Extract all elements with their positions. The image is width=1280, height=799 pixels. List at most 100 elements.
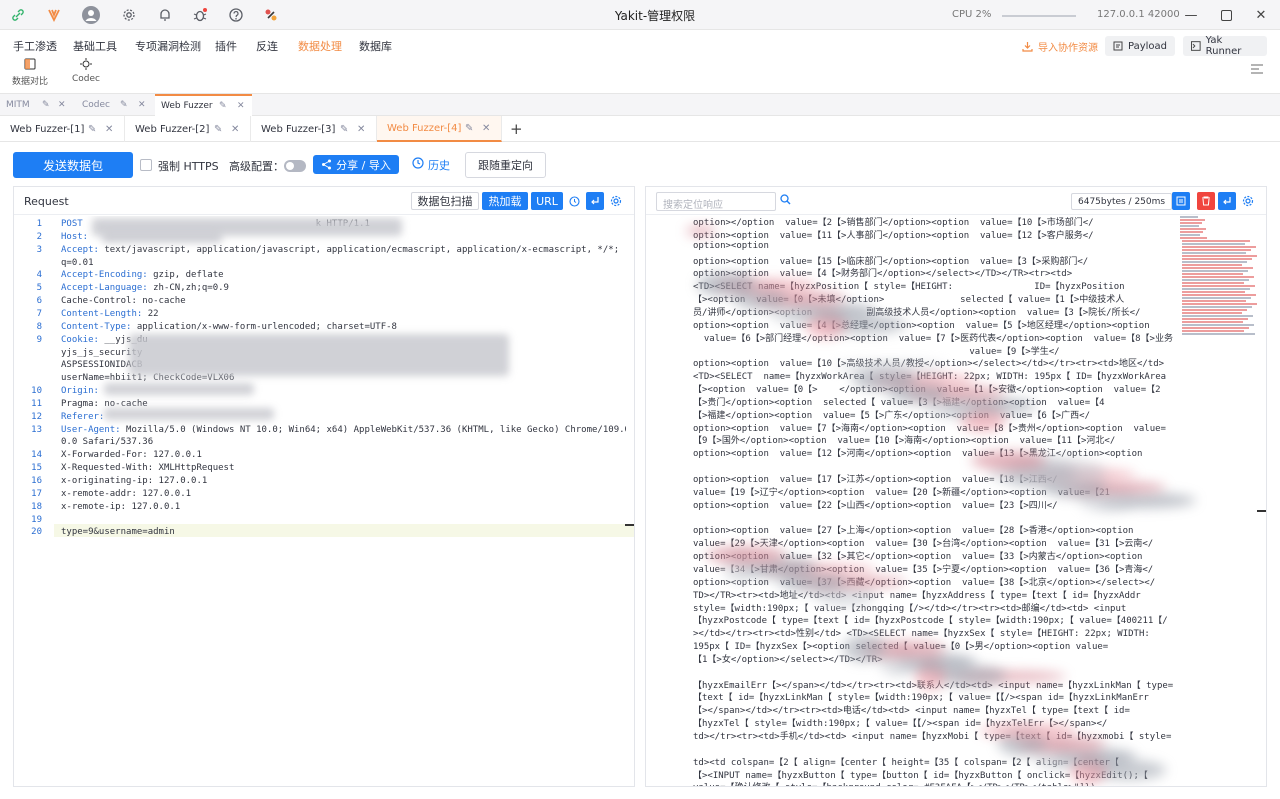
minimize-button[interactable]: — bbox=[1182, 6, 1200, 24]
tab-web-fuzzer-2[interactable]: Web Fuzzer-[2] ✎ ✕ bbox=[125, 116, 251, 142]
edit-icon[interactable]: ✎ bbox=[42, 100, 50, 110]
edit-icon[interactable]: ✎ bbox=[88, 124, 96, 135]
edit-icon[interactable]: ✎ bbox=[120, 100, 128, 110]
yak-runner-label: Yak Runner bbox=[1205, 35, 1242, 57]
close-icon[interactable]: ✕ bbox=[105, 124, 113, 135]
delete-icon[interactable] bbox=[1197, 192, 1215, 210]
plugin-store-icon[interactable] bbox=[261, 5, 281, 25]
edit-icon[interactable]: ✎ bbox=[214, 124, 222, 135]
notification-bell-icon[interactable] bbox=[155, 5, 175, 25]
user-avatar-icon[interactable] bbox=[81, 5, 101, 25]
editor-minimap[interactable] bbox=[1180, 216, 1257, 346]
menu-database[interactable]: 数据库 bbox=[359, 38, 392, 54]
close-icon[interactable]: ✕ bbox=[357, 124, 365, 135]
minimap-line bbox=[1182, 309, 1247, 311]
header-value: x-remote-ip: 127.0.0.1 bbox=[61, 501, 181, 512]
request-editor[interactable]: 1POST k HTTP/1.12Host:3Accept: text/java… bbox=[14, 216, 634, 786]
response-line: option><option value=【15【>临床部门</option><… bbox=[693, 256, 1089, 267]
add-tab-button[interactable]: + bbox=[510, 120, 523, 138]
settings-icon[interactable] bbox=[119, 5, 139, 25]
edit-icon[interactable]: ✎ bbox=[219, 101, 227, 111]
response-line: value=【确认修改【 style=【background-color= #F… bbox=[693, 780, 1173, 786]
line-wrap-icon[interactable] bbox=[1218, 192, 1236, 210]
response-line: value=【6【>部门经理</option><option value=【7【… bbox=[693, 333, 1173, 344]
send-packet-button[interactable]: 发送数据包 bbox=[13, 152, 133, 178]
submenu-data-compare[interactable]: 数据对比 bbox=[10, 58, 50, 87]
header-value: x-originating-ip: 127.0.0.1 bbox=[61, 476, 208, 486]
tab-web-fuzzer-4[interactable]: Web Fuzzer-[4] ✎ ✕ bbox=[377, 116, 502, 142]
minimap-line bbox=[1182, 306, 1252, 308]
follow-redirect-button[interactable]: 跟随重定向 bbox=[465, 152, 546, 178]
response-search-input[interactable]: 搜索定位响应 bbox=[656, 192, 776, 211]
edit-icon[interactable]: ✎ bbox=[465, 123, 473, 134]
url-button[interactable]: URL bbox=[531, 192, 563, 210]
tab-web-fuzzer-3[interactable]: Web Fuzzer-[3] ✎ ✕ bbox=[251, 116, 377, 142]
tab-web-fuzzer[interactable]: Web Fuzzer ✎ ✕ bbox=[155, 94, 252, 116]
close-icon[interactable]: ✕ bbox=[237, 101, 245, 111]
share-import-button[interactable]: 分享 / 导入 bbox=[313, 155, 399, 174]
scroll-marker bbox=[1257, 510, 1266, 512]
minimap-line bbox=[1180, 222, 1202, 224]
engine-host-label: 127.0.0.1 42000 bbox=[1097, 9, 1180, 20]
menu-basic-tools[interactable]: 基础工具 bbox=[73, 38, 117, 54]
yak-runner-button[interactable]: Yak Runner bbox=[1183, 35, 1267, 57]
maximize-button[interactable] bbox=[1217, 6, 1235, 24]
search-icon[interactable] bbox=[780, 194, 791, 208]
tab-mitm[interactable]: MITM ✎ ✕ bbox=[0, 94, 72, 116]
menu-plugins[interactable]: 插件 bbox=[215, 38, 237, 54]
line-number: 11 bbox=[31, 398, 42, 409]
hot-load-button[interactable]: 热加载 bbox=[482, 192, 528, 210]
editor-settings-icon[interactable] bbox=[1241, 192, 1255, 210]
submenu-codec[interactable]: Codec bbox=[66, 58, 106, 84]
force-https-checkbox[interactable] bbox=[140, 159, 152, 171]
header-value: zh-CN,zh;q=0.9 bbox=[147, 283, 229, 294]
packet-scan-button[interactable]: 数据包扫描 bbox=[411, 192, 479, 210]
close-icon[interactable]: ✕ bbox=[58, 100, 66, 110]
response-editor[interactable]: option></option value=【2【>销售部门</option><… bbox=[646, 216, 1266, 786]
history-button[interactable]: 历史 bbox=[412, 157, 450, 173]
response-size-badge: 6475bytes / 250ms bbox=[1071, 193, 1173, 210]
help-icon[interactable] bbox=[226, 5, 246, 25]
payload-label: Payload bbox=[1128, 40, 1167, 52]
edit-icon[interactable]: ✎ bbox=[340, 124, 348, 135]
tab-codec[interactable]: Codec ✎ ✕ bbox=[76, 94, 152, 116]
editor-settings-icon[interactable] bbox=[609, 192, 623, 210]
response-line: option><option value=【4【>财务部门</option></… bbox=[693, 269, 1073, 280]
header-key: Host: bbox=[61, 231, 89, 242]
bug-report-icon[interactable] bbox=[190, 5, 210, 25]
advanced-config-toggle[interactable] bbox=[284, 160, 306, 172]
request-line: q=0.01 bbox=[61, 258, 626, 268]
request-line: Accept-Language: zh-CN,zh;q=0.9 bbox=[61, 283, 626, 293]
payload-button[interactable]: Payload bbox=[1105, 36, 1175, 56]
close-icon[interactable]: ✕ bbox=[231, 124, 239, 135]
close-icon[interactable]: ✕ bbox=[138, 100, 146, 110]
response-view-icon[interactable] bbox=[1172, 192, 1190, 210]
menu-reverse-connection[interactable]: 反连 bbox=[256, 38, 278, 54]
redacted-region bbox=[834, 362, 946, 372]
history-clock-icon[interactable] bbox=[567, 192, 581, 210]
force-https-label: 强制 HTTPS bbox=[158, 160, 219, 173]
line-number: 16 bbox=[31, 476, 42, 486]
close-icon[interactable]: ✕ bbox=[482, 123, 490, 134]
main-menu-bar: 手工渗透 基础工具 专项漏洞检测 插件 反连 数据处理 数据库 数据对比 Cod… bbox=[0, 30, 1280, 94]
share-icon bbox=[322, 159, 332, 170]
response-line: option><option bbox=[693, 240, 1122, 251]
minimap-line bbox=[1182, 270, 1248, 272]
codec-icon bbox=[66, 58, 106, 74]
close-window-button[interactable]: ✕ bbox=[1252, 6, 1270, 24]
line-number: 14 bbox=[31, 450, 42, 461]
link-icon[interactable] bbox=[8, 5, 28, 25]
menu-vuln-detection[interactable]: 专项漏洞检测 bbox=[135, 38, 201, 54]
tab-mitm-label: MITM bbox=[6, 100, 30, 110]
menu-data-processing[interactable]: 数据处理 bbox=[298, 38, 342, 54]
import-collab-resource-button[interactable]: 导入协作资源 bbox=[1014, 36, 1106, 56]
menu-collapse-icon[interactable] bbox=[1250, 63, 1264, 78]
minimap-line bbox=[1182, 261, 1247, 263]
line-number: 17 bbox=[31, 488, 42, 499]
menu-manual-pentest[interactable]: 手工渗透 bbox=[13, 38, 57, 54]
minimap-line bbox=[1182, 240, 1250, 242]
line-wrap-icon[interactable] bbox=[586, 192, 604, 210]
tab-web-fuzzer-1[interactable]: Web Fuzzer-[1] ✎ ✕ bbox=[0, 116, 125, 142]
redacted-region bbox=[129, 334, 509, 376]
minimap-line bbox=[1180, 228, 1206, 230]
